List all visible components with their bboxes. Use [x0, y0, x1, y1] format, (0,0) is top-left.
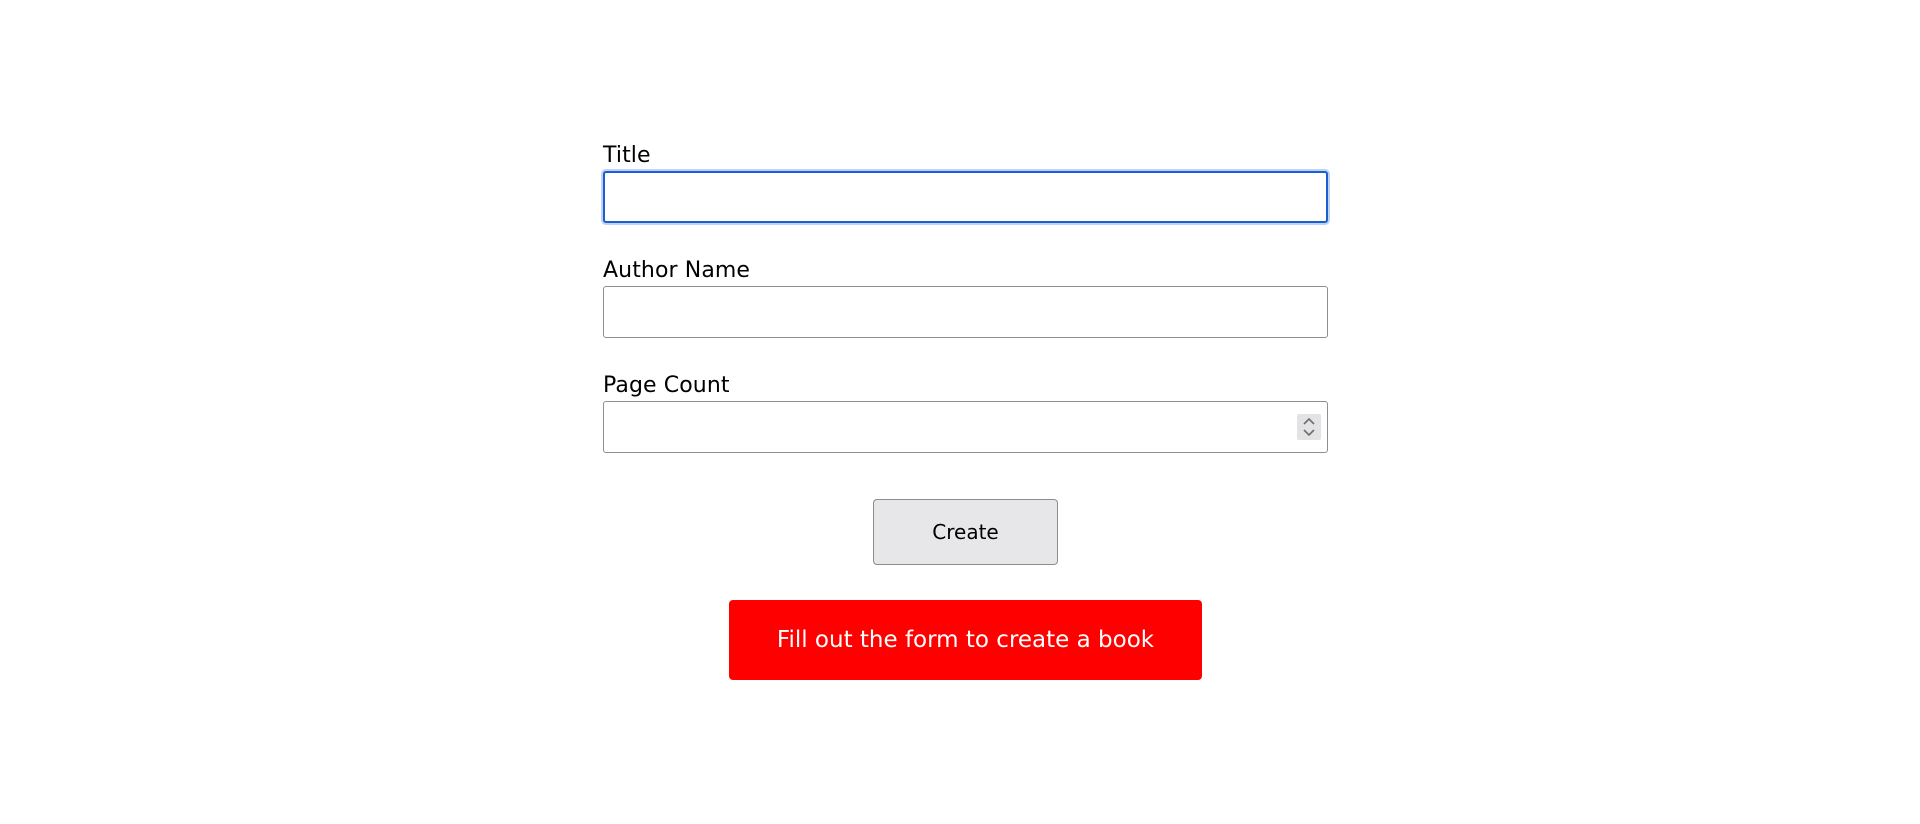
- create-button-row: Create: [873, 499, 1058, 565]
- title-field-group: Title: [603, 141, 1328, 223]
- author-name-label: Author Name: [603, 258, 751, 283]
- create-button[interactable]: Create: [873, 499, 1058, 565]
- page-count-label: Page Count: [603, 373, 730, 398]
- page-count-input[interactable]: [604, 402, 1327, 452]
- author-name-input[interactable]: [604, 287, 1327, 337]
- page-count-input-wrapper[interactable]: [603, 401, 1328, 453]
- author-field-group: Author Name: [603, 256, 1328, 338]
- status-alert: Fill out the form to create a book: [729, 600, 1202, 680]
- title-input-wrapper[interactable]: [603, 171, 1328, 223]
- book-form: Title Author Name Page Count: [603, 141, 1328, 453]
- title-input[interactable]: [605, 173, 1326, 221]
- title-label: Title: [603, 143, 651, 168]
- page-count-field-group: Page Count: [603, 371, 1328, 453]
- page: Title Author Name Page Count Create Fill…: [0, 0, 1920, 824]
- spinner-arrows-icon[interactable]: [1297, 414, 1321, 440]
- author-input-wrapper[interactable]: [603, 286, 1328, 338]
